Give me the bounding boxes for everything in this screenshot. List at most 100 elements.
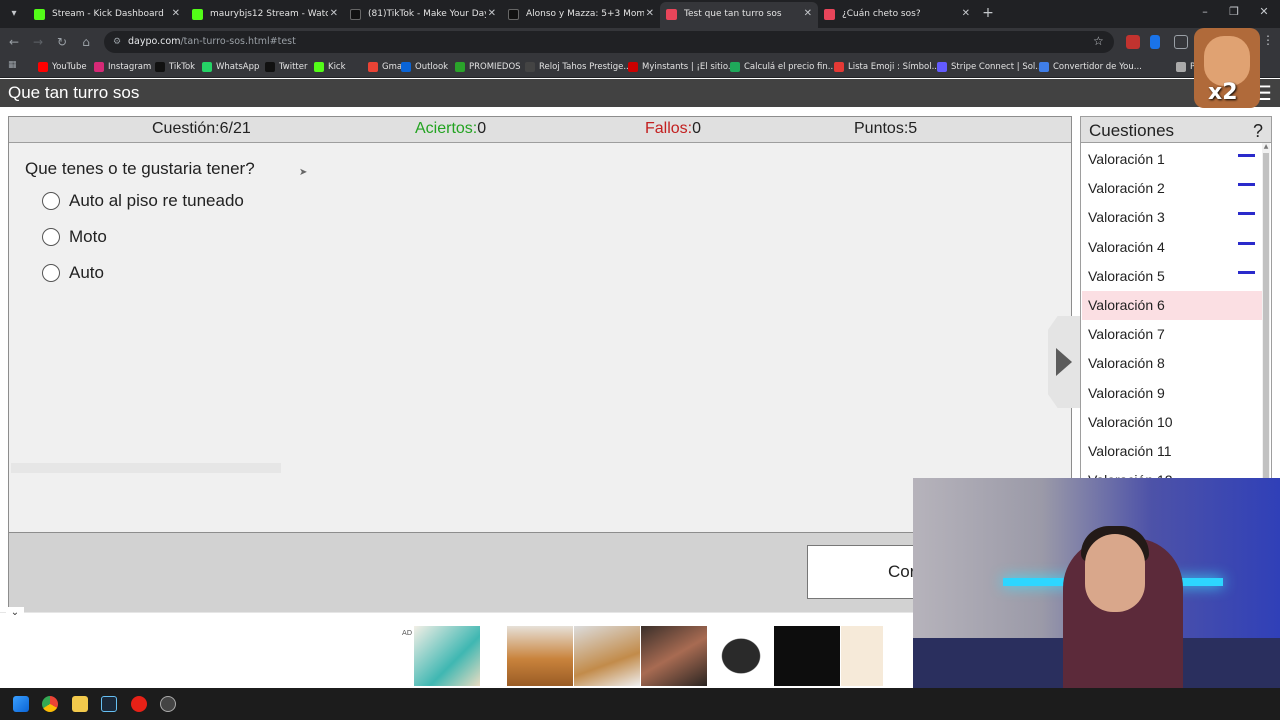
ad-product-image[interactable] — [708, 626, 774, 686]
minimize-icon[interactable]: – — [1197, 5, 1213, 18]
tab-kick-dashboard[interactable]: Stream - Kick Dashboard ✕ — [28, 3, 186, 25]
radio-button[interactable] — [42, 228, 60, 246]
sidebar-item-valoracion[interactable]: Valoración 4 — [1082, 233, 1262, 262]
bookmark-item[interactable]: WhatsApp — [202, 60, 259, 74]
file-explorer-icon[interactable] — [72, 696, 88, 712]
bookmark-item[interactable]: Myinstants | ¡El sitio... — [628, 60, 736, 74]
sidebar-item-label: Valoración 1 — [1088, 151, 1165, 167]
bookmark-item[interactable]: Twitter — [265, 60, 308, 74]
ad-product-image[interactable] — [841, 626, 883, 686]
question-text: Que tenes o te gustaria tener? — [25, 159, 255, 178]
answer-option[interactable]: Auto — [41, 262, 104, 284]
steam-icon[interactable] — [101, 696, 117, 712]
bookmark-label: Convertidor de You... — [1053, 62, 1142, 72]
reload-icon[interactable]: ↻ — [54, 34, 70, 50]
bookmark-item[interactable]: Reloj Tahos Prestige... — [525, 60, 631, 74]
help-icon[interactable]: ? — [1253, 117, 1263, 145]
scrollbar-thumb[interactable] — [1263, 153, 1269, 483]
bookmark-item[interactable]: TikTok — [155, 60, 195, 74]
collapse-ad-chevron-icon[interactable]: ⌄ — [6, 607, 24, 619]
site-info-icon[interactable]: ⚙ — [113, 31, 121, 53]
bookmark-item[interactable]: PROMIEDOS — [455, 60, 521, 74]
tab-turro-test[interactable]: Test que tan turro sos ✕ — [660, 2, 818, 28]
questions-sidebar: Cuestiones ? Valoración 1 Valoración 2 Val… — [1080, 116, 1272, 480]
close-tab-icon[interactable]: ✕ — [330, 3, 338, 25]
sidebar-item-label: Valoración 2 — [1088, 180, 1165, 197]
ad-product-image[interactable] — [414, 626, 480, 686]
bookmark-item[interactable]: Lista Emoji : Símbol... — [834, 60, 940, 74]
ad-product-image[interactable] — [774, 626, 840, 686]
sidebar-item-valoracion[interactable]: Valoración 6 — [1082, 291, 1262, 320]
url-input[interactable]: ⚙ daypo.com/tan-turro-sos.html#test — [104, 31, 1114, 53]
tab-tiktok-video[interactable]: Alonso y Mazza: 5+3 Momentos ✕ — [502, 3, 660, 25]
bookmark-item[interactable]: Stripe Connect | Sol... — [937, 60, 1043, 74]
close-tab-icon[interactable]: ✕ — [646, 3, 654, 25]
browser-menu-icon[interactable]: ⋮ — [1262, 33, 1274, 47]
sidebar-item-valoracion[interactable]: Valoración 10 — [1082, 408, 1262, 437]
bookmark-label: TikTok — [169, 62, 196, 72]
faded-placeholder — [11, 463, 281, 473]
ad-product-image[interactable] — [641, 626, 707, 686]
apps-grid-icon[interactable]: ▦ — [8, 60, 18, 70]
maximize-icon[interactable]: ❐ — [1226, 5, 1242, 18]
bookmark-item[interactable]: YouTube — [38, 60, 87, 74]
question-counter-value: 6/21 — [219, 120, 251, 137]
sidebar-item-valoracion[interactable]: Valoración 8 — [1082, 349, 1262, 378]
sidebar-item-label: Valoración 9 — [1088, 384, 1165, 401]
chrome-icon[interactable] — [42, 696, 58, 712]
bookmark-favicon-icon — [94, 62, 104, 72]
bookmark-favicon-icon — [314, 62, 324, 72]
sidebar-item-valoracion[interactable]: Valoración 11 — [1082, 437, 1262, 466]
next-question-tab[interactable] — [1048, 316, 1080, 408]
ad-product-image[interactable] — [574, 626, 640, 686]
tab-tiktok[interactable]: (81)TikTok - Make Your Day ✕ — [344, 3, 502, 25]
obs-icon[interactable] — [160, 696, 176, 712]
forward-icon[interactable]: → — [30, 34, 46, 50]
answer-option[interactable]: Moto — [41, 226, 107, 248]
media-player-icon[interactable] — [131, 696, 147, 712]
scroll-up-icon[interactable]: ▲ — [1262, 143, 1270, 151]
bookmark-item[interactable]: Outlook — [401, 60, 448, 74]
back-icon[interactable]: ← — [6, 34, 22, 50]
sidebar-item-valoracion[interactable]: Valoración 5 — [1082, 262, 1262, 291]
bookmark-item[interactable]: Calculá el precio fin... — [730, 60, 836, 74]
sidebar-item-valoracion[interactable]: Valoración 2 — [1082, 174, 1262, 203]
bookmark-item[interactable]: Instagram — [94, 60, 151, 74]
radio-button[interactable] — [42, 264, 60, 282]
bookmark-star-icon[interactable]: ☆ — [1093, 34, 1104, 48]
bookmark-item[interactable]: Kick — [314, 60, 346, 74]
tab-search-icon[interactable]: ▾ — [6, 6, 22, 22]
close-tab-icon[interactable]: ✕ — [488, 3, 496, 25]
close-tab-icon[interactable]: ✕ — [962, 3, 970, 25]
sidebar-item-label: Valoración 3 — [1088, 209, 1165, 226]
points-counter: Puntos:5 — [854, 120, 917, 138]
new-tab-icon[interactable]: + — [980, 5, 996, 21]
radio-button[interactable] — [42, 192, 60, 210]
extensions-puzzle-icon[interactable] — [1174, 35, 1188, 49]
tab-cheto-test[interactable]: ¿Cuán cheto sos? ✕ — [818, 3, 976, 25]
answer-option[interactable]: Auto al piso re tuneado — [41, 190, 244, 212]
bookmark-label: YouTube — [52, 62, 87, 72]
sidebar-item-valoracion[interactable]: Valoración 3 — [1082, 203, 1262, 232]
extension-icon[interactable] — [1126, 35, 1140, 49]
extension-icon[interactable] — [1150, 35, 1160, 49]
sidebar-item-valoracion[interactable]: Valoración 7 — [1082, 320, 1262, 349]
sidebar-scrollbar[interactable]: ▲ — [1262, 143, 1270, 483]
tab-title: (81)TikTok - Make Your Day — [368, 9, 486, 19]
ad-product-image[interactable] — [507, 626, 573, 686]
bookmark-label: WhatsApp — [216, 62, 260, 72]
answer-option-label: Auto al piso re tuneado — [69, 191, 244, 210]
windows-start-icon[interactable] — [13, 696, 29, 712]
tab-title: maurybjs12 Stream - Watch Live — [210, 9, 328, 19]
close-tab-icon[interactable]: ✕ — [804, 2, 812, 26]
bookmark-favicon-icon — [937, 62, 947, 72]
sidebar-item-label: Valoración 7 — [1088, 326, 1165, 343]
sidebar-item-valoracion[interactable]: Valoración 9 — [1082, 379, 1262, 408]
bookmark-label: Twitter — [279, 62, 308, 72]
close-window-icon[interactable]: ✕ — [1256, 5, 1272, 18]
tab-kick-stream[interactable]: maurybjs12 Stream - Watch Live ✕ — [186, 3, 344, 25]
home-icon[interactable]: ⌂ — [78, 34, 94, 50]
close-tab-icon[interactable]: ✕ — [172, 3, 180, 25]
sidebar-item-valoracion[interactable]: Valoración 1 — [1082, 145, 1262, 174]
bookmark-item[interactable]: Convertidor de You... — [1039, 60, 1142, 74]
